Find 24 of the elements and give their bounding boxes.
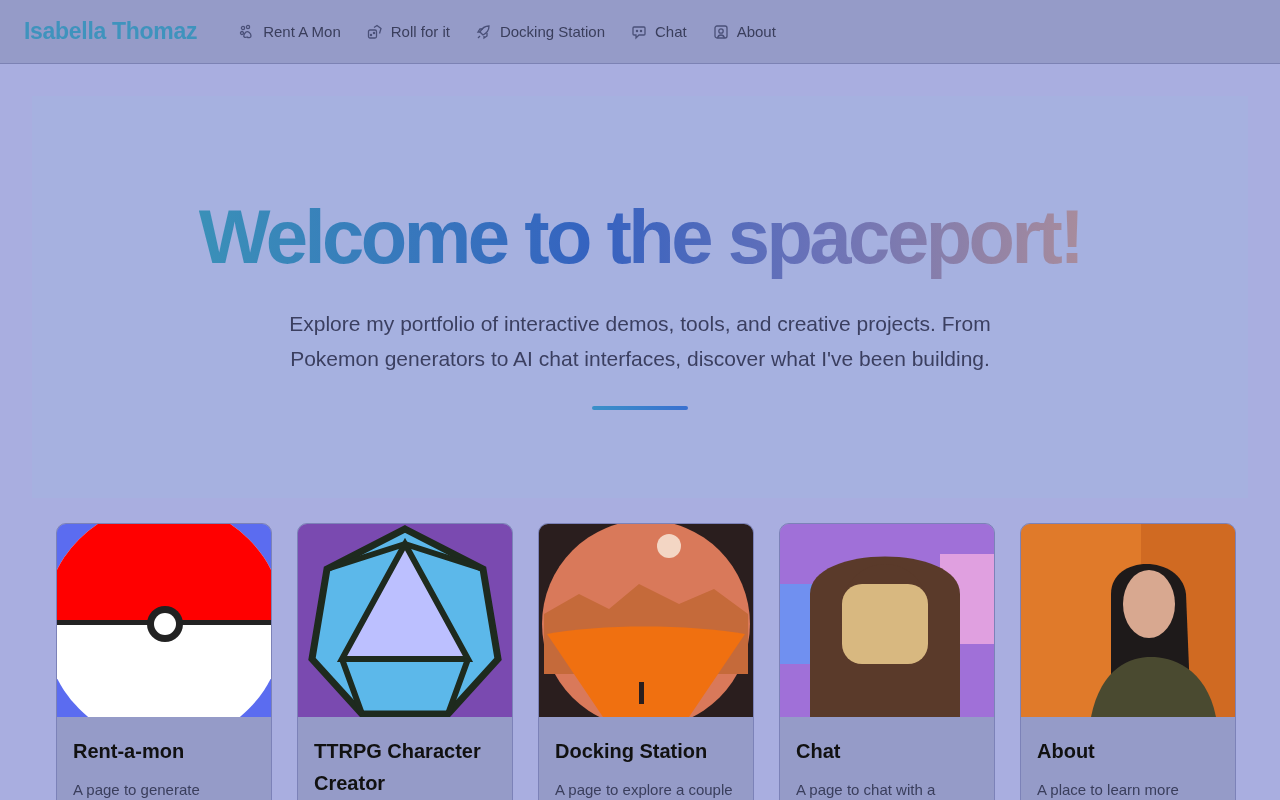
nav-link[interactable]: Chat: [631, 23, 687, 40]
chat-icon: [631, 23, 647, 40]
project-card[interactable]: Docking Station A page to explore a couple: [538, 523, 754, 800]
nav-link[interactable]: Docking Station: [475, 23, 605, 40]
project-card[interactable]: Chat A page to chat with a: [779, 523, 995, 800]
card-description: A place to learn more: [1037, 781, 1180, 798]
project-card[interactable]: About A place to learn more: [1020, 523, 1236, 800]
project-card[interactable]: TTRPG Character Creator: [297, 523, 513, 800]
rocket-icon: [475, 23, 492, 40]
dice-icon: [366, 23, 383, 40]
nav-link[interactable]: Roll for it: [366, 23, 450, 40]
nav-link[interactable]: Rent A Mon: [239, 23, 341, 40]
card-description: A page to explore a couple: [555, 781, 734, 798]
card-title: Rent-a-mon: [73, 739, 186, 764]
user-icon: [712, 23, 729, 40]
hero-subtitle: Explore my portfolio of interactive demos, tools, and creative projects. From Pokemon generators to AI chat interfaces, discover what I've been building.: [288, 310, 992, 372]
card-title: Chat: [796, 739, 842, 764]
card-title: Docking Station: [555, 739, 709, 764]
card-description: A page to chat with a: [796, 781, 937, 798]
card-title: TTRPG Character Creator: [314, 739, 482, 796]
card-title: About: [1037, 739, 1096, 764]
nav-link[interactable]: About: [712, 23, 776, 40]
project-card[interactable]: Rent-a-mon A page to generate: [56, 523, 272, 800]
card-description: A page to generate: [73, 781, 201, 798]
